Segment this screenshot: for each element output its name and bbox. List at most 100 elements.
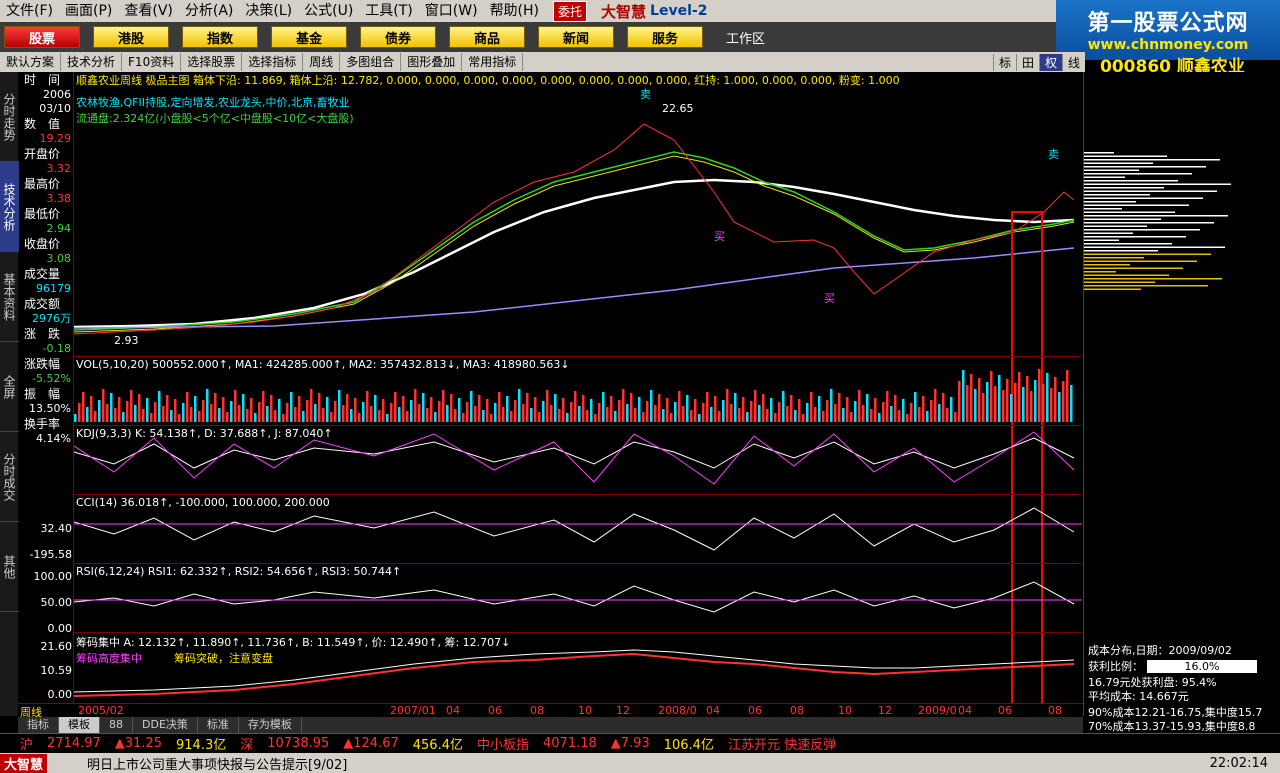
rights-button[interactable]: 权 (1038, 53, 1062, 71)
volume-bar (766, 409, 769, 422)
profile-bar (1084, 222, 1214, 224)
nav-hk-stocks[interactable]: 港股 (93, 26, 169, 48)
select-indicator-button[interactable]: 选择指标 (242, 53, 304, 71)
volume-bar (322, 408, 325, 422)
menu-view-screen[interactable]: 画面(P) (59, 0, 118, 22)
cci-axis: 32.40 (18, 522, 74, 536)
volume-bar (562, 398, 565, 422)
volume-bar (474, 406, 477, 422)
grid-button[interactable]: 田 (1015, 53, 1039, 71)
status-brand[interactable]: 大智慧 (0, 753, 48, 773)
tab-dde[interactable]: DDE决策 (133, 717, 198, 733)
volume-bar (598, 403, 601, 422)
profile-bar (1084, 204, 1189, 206)
volume-bar (926, 411, 929, 422)
menu-tools[interactable]: 工具(T) (359, 0, 418, 22)
info-label: 收盘价 (24, 237, 61, 251)
tab-other[interactable]: 其他 (0, 522, 19, 612)
menu-decision[interactable]: 决策(L) (239, 0, 298, 22)
tab-fullscreen[interactable]: 全屏 (0, 342, 19, 432)
f10-button[interactable]: F10资料 (122, 53, 182, 71)
volume-bar (494, 403, 497, 422)
volume-bar (798, 399, 801, 422)
volume-bar (330, 412, 333, 422)
volume-bar (842, 408, 845, 422)
period-dropdown[interactable]: 周线 (303, 53, 341, 71)
menu-analysis[interactable]: 分析(A) (179, 0, 240, 22)
status-bar: 大智慧 明日上市公司重大事项快报与公告提示[9/02] 22:02:14 (0, 753, 1280, 773)
chart-area[interactable]: 顺鑫农业周线 极品主图 箱体下沿: 11.869, 箱体上沿: 12.782, … (74, 72, 1082, 704)
tab-indicator[interactable]: 指标 (18, 717, 59, 733)
volume-bar (626, 404, 629, 422)
volume-bar (638, 397, 641, 422)
tab-tech-analysis[interactable]: 技术分析 (0, 162, 19, 252)
nav-stocks[interactable]: 股票 (4, 26, 80, 48)
sme-label[interactable]: 中小板指 (477, 734, 529, 753)
volume-bar (990, 371, 993, 422)
cci-axis-bottom: -195.58 (29, 548, 72, 561)
tab-intraday[interactable]: 分时走势 (0, 72, 19, 162)
tab-88[interactable]: 88 (100, 717, 133, 733)
volume-bar (890, 406, 893, 422)
scheme-dropdown[interactable]: 默认方案 (0, 53, 62, 71)
multi-chart-dropdown[interactable]: 多图组合 (340, 53, 402, 71)
x-axis: 周线 2005/02 2007/01 04 06 08 10 12 2008/0 04 06 08 1… (18, 703, 1083, 719)
consign-button[interactable]: 委托 (553, 0, 588, 22)
volume-bar (1010, 394, 1013, 422)
volume-bar (830, 389, 833, 422)
common-indicator-dropdown[interactable]: 常用指标 (462, 53, 524, 71)
nav-index[interactable]: 指数 (182, 26, 258, 48)
volume-bar (434, 412, 437, 422)
menu-file[interactable]: 文件(F) (0, 0, 59, 22)
volume-bar (386, 414, 389, 422)
sz-label[interactable]: 深 (240, 734, 253, 753)
nav-services[interactable]: 服务 (627, 26, 703, 48)
brand-logo: 大智慧 (601, 2, 647, 21)
nav-news[interactable]: 新闻 (538, 26, 614, 48)
tech-analysis-dropdown[interactable]: 技术分析 (61, 53, 123, 71)
info-value: -0.18 (42, 342, 71, 355)
tab-tick-trades[interactable]: 分时成交 (0, 432, 19, 522)
overlay-dropdown[interactable]: 图形叠加 (401, 53, 463, 71)
volume-bar (1054, 377, 1057, 422)
volume-bar (422, 393, 425, 422)
profile-bar (1084, 155, 1167, 157)
volume-bar (694, 399, 697, 422)
line-button[interactable]: 线 (1061, 53, 1085, 71)
ticker-news[interactable]: 江苏开元 快速反弹 (728, 734, 836, 753)
menu-formula[interactable]: 公式(U) (298, 0, 359, 22)
volume-bar (122, 412, 125, 422)
workspace-menu[interactable]: 工作区 (726, 28, 765, 47)
volume-bar (718, 411, 721, 422)
volume-bar (222, 397, 225, 422)
volume-bar (178, 414, 181, 422)
profile-bar (1084, 260, 1197, 262)
sh-label[interactable]: 沪 (20, 734, 33, 753)
mark-button[interactable]: 标 (992, 53, 1016, 71)
menu-help[interactable]: 帮助(H) (484, 0, 545, 22)
volume-bar (542, 401, 545, 422)
tab-save-template[interactable]: 存为模板 (239, 717, 302, 733)
volume-bar (866, 394, 869, 422)
tab-standard[interactable]: 标准 (198, 717, 239, 733)
select-stock-button[interactable]: 选择股票 (181, 53, 243, 71)
nav-funds[interactable]: 基金 (271, 26, 347, 48)
tab-fundamentals[interactable]: 基本资料 (0, 252, 19, 342)
status-notice[interactable]: 明日上市公司重大事项快报与公告提示[9/02] (87, 754, 347, 773)
x-axis-label: 04 (446, 704, 460, 717)
chip-distribution-panel: 成本分布,日期：2009/09/02 获利比例： 16.0% 16.79元处获利盘… (1083, 72, 1280, 733)
menu-window[interactable]: 窗口(W) (419, 0, 484, 22)
volume-bar (546, 390, 549, 422)
volume-bar (190, 407, 193, 422)
volume-bar (446, 405, 449, 422)
x-axis-label: 2005/02 (78, 704, 124, 717)
nav-commodities[interactable]: 商品 (449, 26, 525, 48)
nav-bonds[interactable]: 债券 (360, 26, 436, 48)
tab-template[interactable]: 模板 (59, 717, 100, 733)
menu-view[interactable]: 查看(V) (118, 0, 179, 22)
volume-bar (402, 396, 405, 422)
volume-profile (1084, 152, 1231, 290)
volume-bar (702, 403, 705, 422)
volume-bar (450, 394, 453, 422)
profit-row: 获利比例： 16.0% (1088, 658, 1257, 674)
